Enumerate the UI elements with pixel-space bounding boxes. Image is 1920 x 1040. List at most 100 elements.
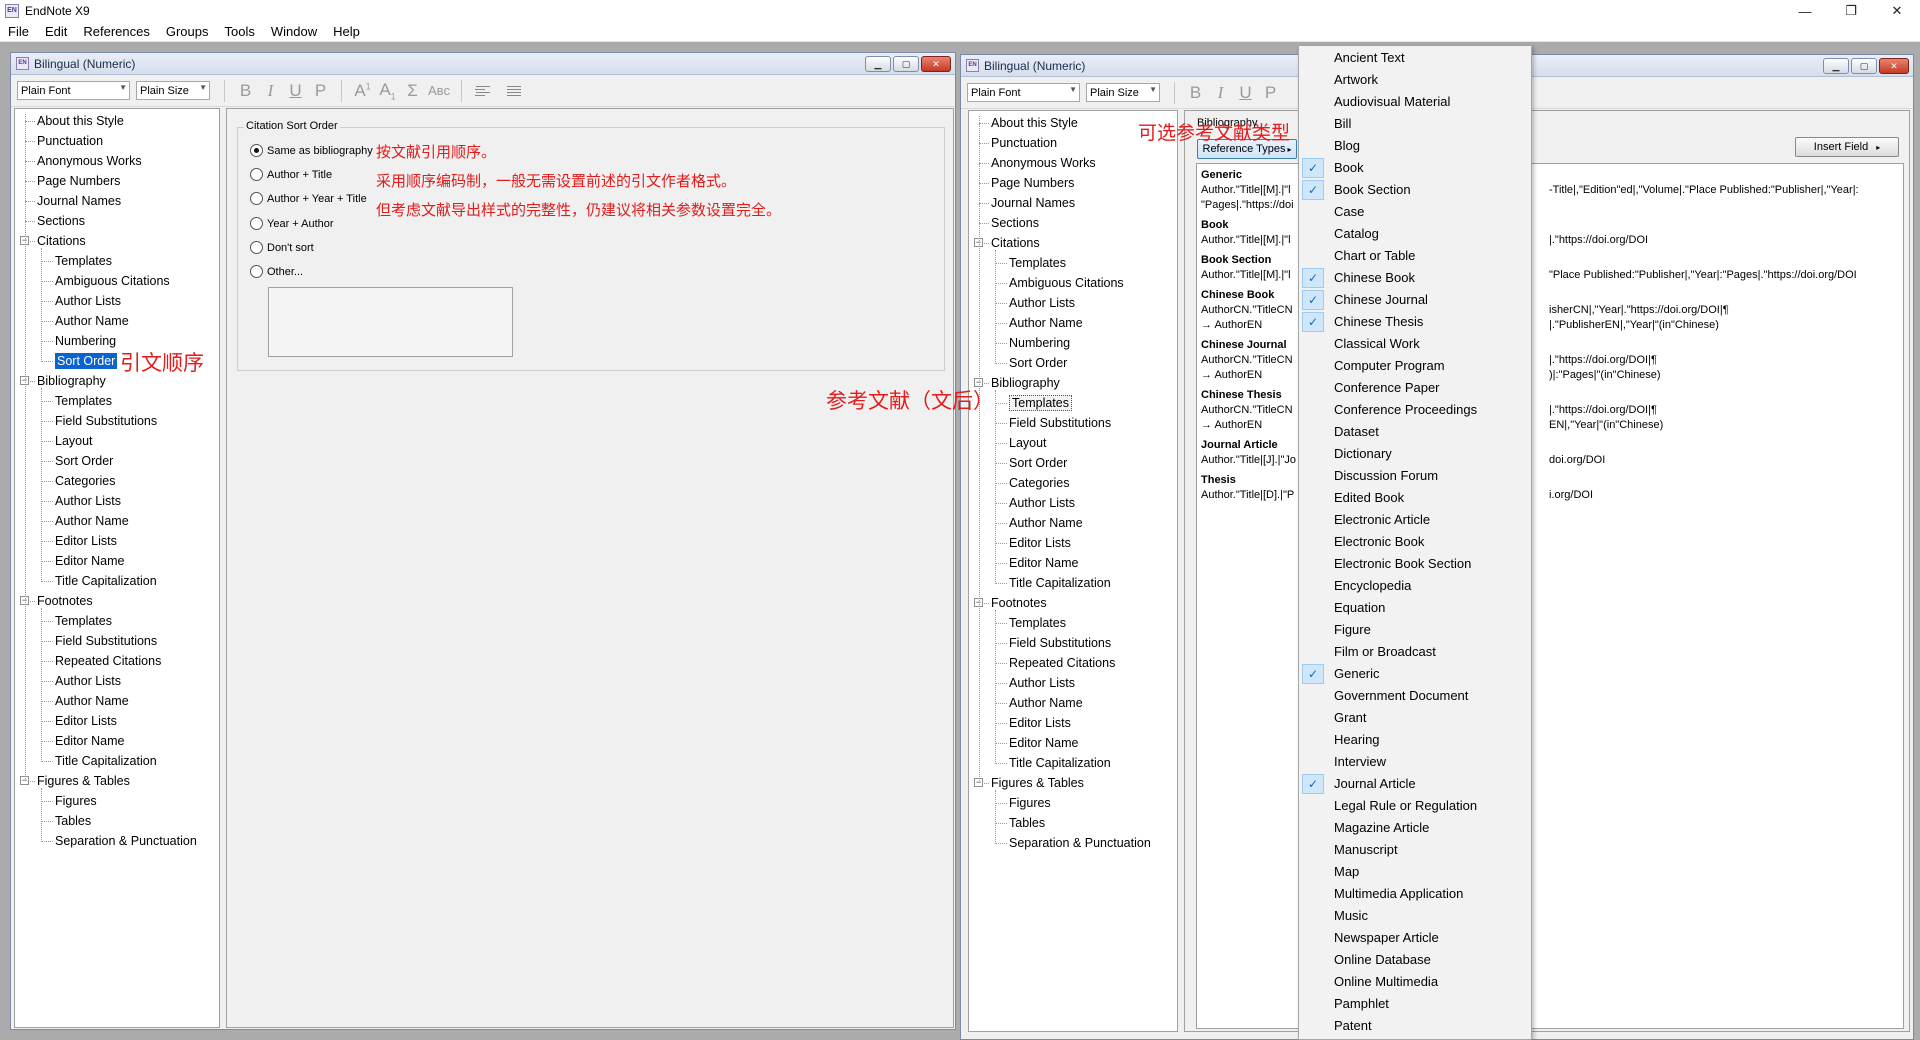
italic-icon[interactable]: I [1208, 83, 1233, 103]
template-line[interactable]: → AuthorEN [1201, 369, 1262, 381]
tree-item[interactable]: Editor Lists [1009, 534, 1071, 552]
tree-item[interactable]: Sections [991, 214, 1039, 232]
tree-item[interactable]: Figures [55, 792, 97, 810]
close-icon[interactable]: ✕ [1879, 58, 1909, 74]
reference-type-menu-item[interactable]: Music [1299, 905, 1531, 927]
font-combo[interactable]: Plain Font ▼ [17, 81, 130, 100]
bold-icon[interactable]: B [1183, 83, 1208, 103]
tree-item[interactable]: Page Numbers [37, 172, 120, 190]
template-line-tail[interactable]: |."https://doi.org/DOI|¶ [1549, 404, 1657, 416]
reference-type-menu-item[interactable]: Discussion Forum [1299, 465, 1531, 487]
tree-item[interactable]: Author Lists [55, 292, 121, 310]
reference-type-menu-item[interactable]: ✓ Journal Article [1299, 773, 1531, 795]
reference-type-menu-item[interactable]: Online Database [1299, 949, 1531, 971]
reference-type-menu-item[interactable]: Edited Book [1299, 487, 1531, 509]
reference-type-menu-item[interactable]: Blog [1299, 135, 1531, 157]
reference-type-menu-item[interactable]: Film or Broadcast [1299, 641, 1531, 663]
menu-references[interactable]: References [75, 24, 157, 39]
tree-item[interactable]: Field Substitutions [55, 632, 157, 650]
tree-item[interactable]: Sections [37, 212, 85, 230]
template-line-tail[interactable]: "Place Published:"Publisher|,"Year|:"Pag… [1549, 269, 1857, 281]
tree-item[interactable]: Numbering [1009, 334, 1070, 352]
tree-item[interactable]: Anonymous Works [37, 152, 142, 170]
tree-item[interactable]: Figures [1009, 794, 1051, 812]
reference-type-menu-item[interactable]: Bill [1299, 113, 1531, 135]
reference-type-menu-item[interactable]: Online Multimedia [1299, 971, 1531, 993]
close-icon[interactable]: ✕ [921, 56, 951, 72]
reference-type-menu-item[interactable]: Electronic Book [1299, 531, 1531, 553]
other-sort-textbox[interactable] [268, 287, 513, 357]
reference-type-menu-item[interactable]: Pamphlet [1299, 993, 1531, 1015]
template-line[interactable]: "Pages|."https://doi [1201, 199, 1294, 211]
reference-type-menu-item[interactable]: Equation [1299, 597, 1531, 619]
tree-item[interactable]: Sort Order [1009, 454, 1067, 472]
menu-edit[interactable]: Edit [37, 24, 75, 39]
reference-type-menu-item[interactable]: ✓ Chinese Journal [1299, 289, 1531, 311]
tree-item[interactable]: Layout [55, 432, 93, 450]
close-icon[interactable]: ✕ [1874, 0, 1920, 22]
symbol-icon[interactable]: Σ [400, 81, 425, 101]
tree-item[interactable]: Categories [55, 472, 115, 490]
tree-item[interactable]: Page Numbers [991, 174, 1074, 192]
tree-item[interactable]: Punctuation [37, 132, 103, 150]
tree-item[interactable]: Figures & Tables [37, 772, 130, 790]
maximize-icon[interactable]: ▢ [1851, 58, 1877, 74]
tree-item[interactable]: Field Substitutions [1009, 414, 1111, 432]
tree-item[interactable]: Layout [1009, 434, 1047, 452]
reference-type-menu-item[interactable]: Ancient Text [1299, 47, 1531, 69]
template-line[interactable]: AuthorCN."TitleCN [1201, 354, 1293, 366]
plain-icon[interactable]: P [1258, 83, 1283, 103]
reference-type-menu-item[interactable]: Interview [1299, 751, 1531, 773]
plain-icon[interactable]: P [308, 81, 333, 101]
tree-item[interactable]: Field Substitutions [55, 412, 157, 430]
subscript-icon[interactable]: A1 [375, 80, 400, 101]
template-line-tail[interactable]: |."https://doi.org/DOI|¶ [1549, 354, 1657, 366]
tree-item[interactable]: Repeated Citations [1009, 654, 1115, 672]
reference-type-menu-item[interactable]: Government Document [1299, 685, 1531, 707]
tree-item[interactable]: Sort Order [55, 352, 118, 370]
reference-type-menu-item[interactable]: ✓ Book [1299, 157, 1531, 179]
template-line-tail[interactable]: doi.org/DOI [1549, 454, 1605, 466]
smallcaps-icon[interactable]: Aʙc [425, 83, 453, 98]
reference-type-menu-item[interactable]: Newspaper Article [1299, 927, 1531, 949]
reference-type-menu-item[interactable]: Figure [1299, 619, 1531, 641]
maximize-icon[interactable]: ▢ [893, 56, 919, 72]
template-line-tail[interactable]: EN|,"Year|"(in"Chinese) [1549, 419, 1663, 431]
reference-type-menu-item[interactable]: Conference Paper [1299, 377, 1531, 399]
tree-item[interactable]: Templates [1009, 254, 1066, 272]
reference-type-menu-item[interactable]: Artwork [1299, 69, 1531, 91]
template-line-tail[interactable]: |."https://doi.org/DOI [1549, 234, 1648, 246]
tree-item[interactable]: Author Name [55, 312, 129, 330]
tree-item[interactable]: Footnotes [991, 594, 1047, 612]
menu-tools[interactable]: Tools [216, 24, 262, 39]
tree-item[interactable]: Bibliography [37, 372, 106, 390]
tree-item[interactable]: Categories [1009, 474, 1069, 492]
tree-item[interactable]: Author Name [1009, 314, 1083, 332]
align-left-icon[interactable] [470, 85, 495, 96]
tree-item[interactable]: Field Substitutions [1009, 634, 1111, 652]
reference-type-menu-item[interactable]: ✓ Chinese Thesis [1299, 311, 1531, 333]
font-combo[interactable]: Plain Font ▼ [967, 83, 1080, 102]
tree-item[interactable]: Editor Name [55, 732, 124, 750]
tree-item[interactable]: Author Name [55, 692, 129, 710]
reference-type-menu-item[interactable]: Dictionary [1299, 443, 1531, 465]
radio-year-author[interactable]: Year + Author [250, 217, 334, 230]
tree-item[interactable]: Author Lists [55, 492, 121, 510]
tree-item[interactable]: Editor Name [1009, 734, 1078, 752]
insert-field-button[interactable]: Insert Field ▸ [1795, 137, 1899, 157]
tree-item[interactable]: Title Capitalization [1009, 574, 1111, 592]
template-line-tail[interactable]: -Title|,"Edition"ed|,"Volume|."Place Pub… [1549, 184, 1859, 196]
tree-item[interactable]: Footnotes [37, 592, 93, 610]
reference-type-menu-item[interactable]: Magazine Article [1299, 817, 1531, 839]
radio-same-as-bibliography[interactable]: Same as bibliography [250, 144, 373, 157]
radio-other[interactable]: Other... [250, 265, 303, 278]
reference-type-menu-item[interactable]: Case [1299, 201, 1531, 223]
tree-item[interactable]: Journal Names [991, 194, 1075, 212]
reference-type-menu-item[interactable]: Map [1299, 861, 1531, 883]
tree-item[interactable]: Author Name [1009, 694, 1083, 712]
template-line[interactable]: AuthorCN."TitleCN [1201, 404, 1293, 416]
template-line[interactable]: Author."Title|[J].|"Jo [1201, 454, 1296, 466]
reference-type-menu-item[interactable]: ✓ Generic [1299, 663, 1531, 685]
tree-item[interactable]: Punctuation [991, 134, 1057, 152]
template-line[interactable]: Author."Title|[M].|"l [1201, 184, 1291, 196]
